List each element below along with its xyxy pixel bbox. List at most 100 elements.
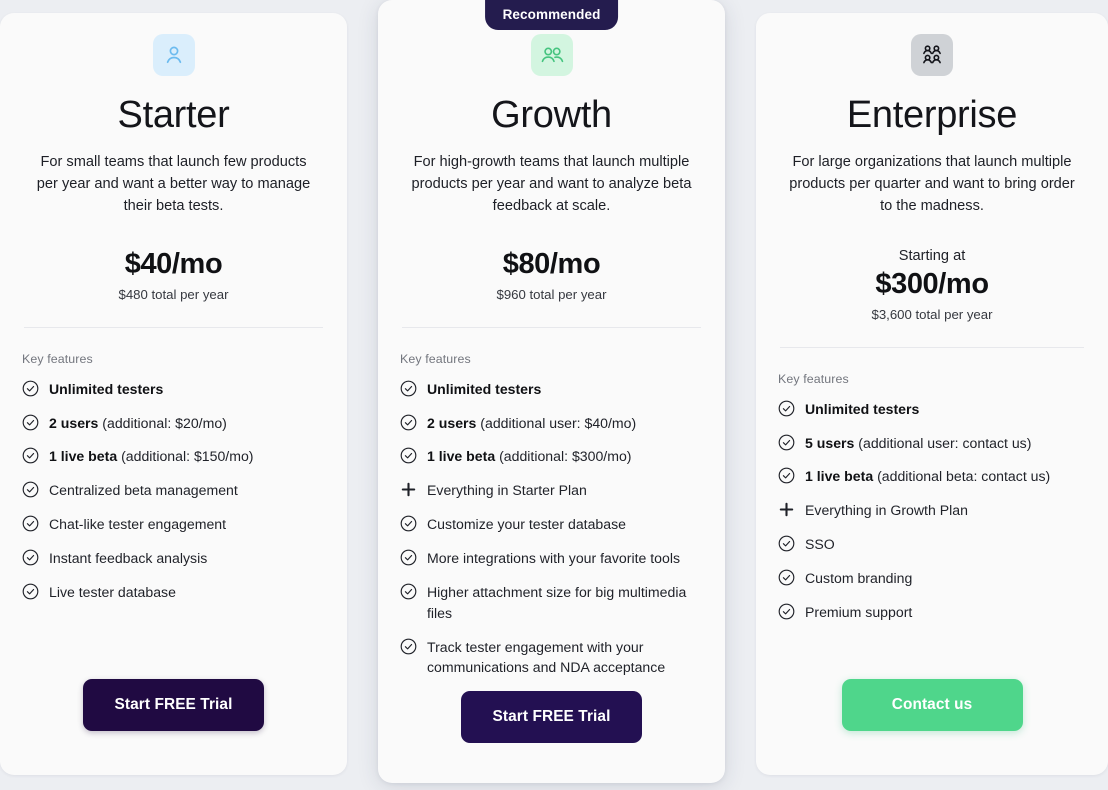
check-circle-icon	[778, 434, 795, 451]
check-circle-icon	[400, 583, 417, 600]
check-circle-icon	[778, 569, 795, 586]
feature-label: Custom branding	[805, 569, 913, 586]
start-free-trial-button-starter[interactable]: Start FREE Trial	[83, 679, 264, 731]
feature-item: Track tester engagement with your commun…	[400, 637, 703, 679]
feature-item: Custom branding	[778, 568, 1086, 589]
plan-price-annual-enterprise: $3,600 total per year	[871, 306, 993, 322]
feature-item: Everything in Starter Plan	[400, 480, 703, 501]
check-circle-icon	[22, 481, 39, 498]
feature-label: Higher attachment size for big multimedi…	[427, 583, 687, 621]
feature-item: 1 live beta (additional: $150/mo)	[22, 446, 325, 467]
check-circle-icon	[22, 549, 39, 566]
contact-us-button-enterprise[interactable]: Contact us	[841, 679, 1023, 731]
feature-label: 5 users (additional user: contact us)	[805, 434, 1032, 451]
feature-item: 1 live beta (additional: $300/mo)	[400, 446, 703, 467]
cta-container-growth: Start FREE Trial	[378, 691, 725, 790]
feature-label: 2 users (additional: $20/mo)	[49, 414, 227, 431]
feature-label: More integrations with your favorite too…	[427, 549, 681, 566]
check-circle-icon	[400, 447, 417, 464]
feature-item: Customize your tester database	[400, 514, 703, 535]
price-prefix-enterprise: Starting at	[898, 247, 966, 264]
four-users-icon	[911, 34, 953, 76]
feature-label: Everything in Growth Plan	[805, 502, 968, 519]
card-header-enterprise: Enterprise For large organizations that …	[756, 13, 1108, 348]
cta-container-enterprise: Contact us	[756, 679, 1108, 775]
feature-label: Unlimited testers	[49, 380, 164, 397]
features-heading: Key features	[778, 371, 849, 386]
price-block-enterprise: Starting at $300/mo $3,600 total per yea…	[780, 247, 1084, 322]
features-heading: Key features	[400, 351, 471, 366]
check-circle-icon	[400, 638, 417, 655]
feature-item: Centralized beta management	[22, 480, 325, 501]
feature-label: Instant feedback analysis	[49, 549, 208, 566]
check-circle-icon	[778, 535, 795, 552]
feature-label: 1 live beta (additional: $300/mo)	[427, 448, 632, 465]
feature-item: Higher attachment size for big multimedi…	[400, 582, 703, 624]
feature-item: Premium support	[778, 602, 1086, 623]
features-heading: Key features	[22, 351, 93, 366]
check-circle-icon	[22, 380, 39, 397]
feature-item: Everything in Growth Plan	[778, 500, 1086, 521]
two-users-icon	[530, 34, 573, 76]
feature-item: 2 users (additional: $20/mo)	[22, 413, 325, 434]
plus-icon	[400, 481, 417, 498]
check-circle-icon	[22, 414, 39, 431]
feature-item: Unlimited testers	[22, 379, 325, 400]
plan-price-annual-starter: $480 total per year	[118, 286, 229, 302]
plan-description-enterprise: For large organizations that launch mult…	[789, 153, 1075, 215]
plan-price-annual-growth: $960 total per year	[496, 286, 607, 302]
plan-price-growth: $80/mo	[502, 247, 601, 280]
feature-label: Unlimited testers	[805, 400, 920, 417]
check-circle-icon	[22, 583, 39, 600]
feature-label: Unlimited testers	[427, 380, 542, 397]
plan-name-enterprise: Enterprise	[846, 94, 1018, 136]
feature-item: Instant feedback analysis	[22, 548, 325, 569]
cta-container-starter: Start FREE Trial	[0, 679, 347, 775]
check-circle-icon	[400, 414, 417, 431]
feature-item: SSO	[778, 534, 1086, 555]
plus-icon	[778, 501, 795, 518]
pricing-card-starter: Starter For small teams that launch few …	[0, 13, 347, 775]
check-circle-icon	[778, 400, 795, 417]
price-block-starter: $40/mo $480 total per year	[24, 247, 323, 302]
plan-description-growth: For high-growth teams that launch multip…	[411, 153, 692, 215]
pricing-card-growth: Recommended Growth For high-growth teams…	[378, 0, 725, 783]
price-block-growth: $80/mo $960 total per year	[402, 247, 701, 302]
check-circle-icon	[778, 467, 795, 484]
card-header-growth: Growth For high-growth teams that launch…	[378, 0, 725, 328]
check-circle-icon	[400, 549, 417, 566]
feature-item: 5 users (additional user: contact us)	[778, 433, 1086, 454]
pricing-card-enterprise: Enterprise For large organizations that …	[756, 13, 1108, 775]
features-section-enterprise: Key features Unlimited testers 5 users (a…	[756, 348, 1108, 679]
plan-name-growth: Growth	[491, 94, 612, 136]
feature-list-enterprise: Unlimited testers 5 users (additional use…	[778, 399, 1086, 623]
feature-label: 2 users (additional user: $40/mo)	[427, 414, 637, 431]
recommended-badge: Recommended	[484, 0, 619, 30]
feature-label: 1 live beta (additional: $150/mo)	[49, 448, 254, 465]
card-header-starter: Starter For small teams that launch few …	[0, 13, 347, 328]
plan-price-starter: $40/mo	[124, 247, 223, 280]
check-circle-icon	[22, 447, 39, 464]
feature-item: More integrations with your favorite too…	[400, 548, 703, 569]
single-user-icon	[152, 34, 195, 76]
pricing-plans-container: Starter For small teams that launch few …	[0, 0, 1108, 790]
check-circle-icon	[400, 380, 417, 397]
feature-label: Customize your tester database	[427, 516, 626, 533]
feature-item: 2 users (additional user: $40/mo)	[400, 413, 703, 434]
feature-label: Everything in Starter Plan	[427, 482, 587, 499]
feature-label: Centralized beta management	[49, 482, 238, 499]
features-section-growth: Key features Unlimited testers 2 users (a…	[378, 328, 725, 691]
feature-list-growth: Unlimited testers 2 users (additional use…	[400, 379, 703, 678]
feature-label: 1 live beta (additional beta: contact us…	[805, 468, 1051, 485]
feature-item: Chat-like tester engagement	[22, 514, 325, 535]
feature-item: Unlimited testers	[778, 399, 1086, 420]
feature-list-starter: Unlimited testers 2 users (additional: $2…	[22, 379, 325, 603]
start-free-trial-button-growth[interactable]: Start FREE Trial	[461, 691, 642, 744]
feature-label: Chat-like tester engagement	[49, 516, 227, 533]
plan-name-starter: Starter	[117, 94, 230, 136]
feature-item: 1 live beta (additional beta: contact us…	[778, 466, 1086, 487]
check-circle-icon	[400, 515, 417, 532]
plan-price-enterprise: $300/mo	[875, 267, 989, 300]
feature-label: Track tester engagement with your commun…	[427, 638, 666, 676]
feature-label: SSO	[805, 536, 835, 553]
